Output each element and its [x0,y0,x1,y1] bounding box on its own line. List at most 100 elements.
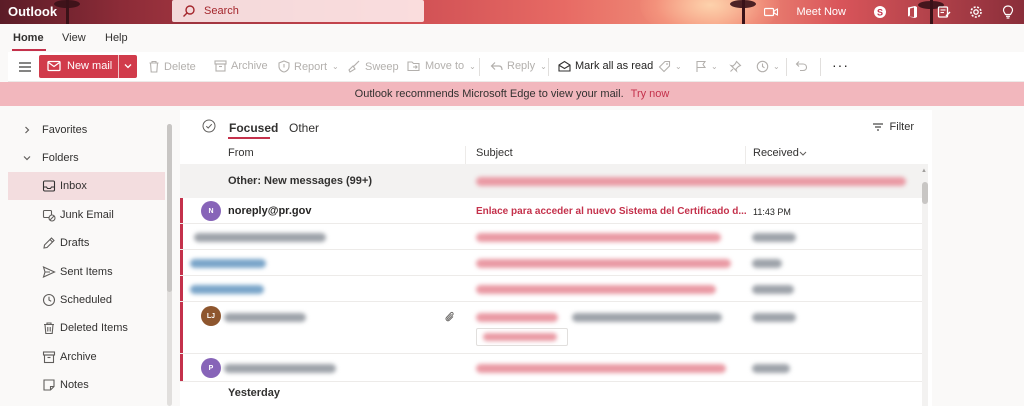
group-header-other[interactable]: Other: New messages (99+) [180,164,924,198]
filter-button[interactable]: Filter [872,121,914,133]
office-button[interactable] [896,0,928,24]
sidebar-item-drafts[interactable]: Drafts [8,229,165,257]
table-row[interactable] [180,276,924,302]
sidebar-item-label: Sent Items [60,266,113,278]
column-divider[interactable] [745,146,746,164]
attachment-chip[interactable] [476,328,568,346]
meet-now-button[interactable]: Meet Now [764,6,846,18]
sweep-button[interactable]: Sweep [347,60,399,73]
sidebar-item-label: Scheduled [60,294,112,306]
inbox-icon [42,180,56,192]
column-received[interactable]: Received [753,147,799,159]
redacted-sender [224,313,306,322]
delete-button[interactable]: Delete [148,60,196,73]
categorize-button[interactable]: ⌄ [658,60,682,73]
chevron-down-icon: ⌄ [469,61,476,71]
edge-banner-message: Outlook recommends Microsoft Edge to vie… [354,88,624,100]
message-list-scrollbar-thumb[interactable] [922,182,928,204]
reply-button[interactable]: Reply ⌄ [490,60,547,72]
settings-gear-icon [970,6,982,18]
tab-active-indicator [12,49,46,51]
folders-section[interactable]: Folders [22,152,79,164]
group-header-yesterday[interactable]: Yesterday [228,387,280,399]
archive-icon [42,351,56,364]
snooze-button[interactable]: ⌄ [756,60,780,73]
column-subject[interactable]: Subject [476,147,513,159]
archive-label: Archive [231,60,268,72]
table-row[interactable]: LJ [180,302,924,354]
feedback-button[interactable] [928,0,960,24]
unread-indicator [180,198,183,223]
chevron-down-icon: ⌄ [711,62,718,71]
redacted-time [752,313,796,322]
tab-home[interactable]: Home [13,32,44,44]
column-divider[interactable] [465,146,466,164]
folder-move-icon [407,61,420,72]
undo-button[interactable] [795,60,812,72]
sidebar-item-scheduled[interactable]: Scheduled [8,286,165,314]
tab-other[interactable]: Other [289,121,319,135]
sidebar-item-notes[interactable]: Notes [8,371,165,399]
search-input[interactable]: Search [204,5,239,17]
sidebar-scrollbar[interactable] [167,124,172,406]
settings-button[interactable] [960,0,992,24]
ribbon-separator [548,58,549,76]
tips-button[interactable] [992,0,1024,24]
report-button[interactable]: Report ⌄ [278,60,339,73]
hamburger-menu-icon[interactable] [18,60,32,74]
mark-all-read-button[interactable]: Mark all as read [558,60,653,72]
try-now-link[interactable]: Try now [631,88,670,100]
app-title[interactable]: Outlook [8,4,57,19]
sidebar-item-junk-email[interactable]: Junk Email [8,201,165,229]
table-row[interactable] [180,224,924,250]
column-headers: From Subject Received [180,144,932,164]
notes-icon [43,379,55,391]
office-icon [908,6,917,18]
archive-button[interactable]: Archive [214,60,268,72]
tips-lightbulb-icon [1002,5,1014,19]
sidebar-item-deleted-items[interactable]: Deleted Items [8,314,165,342]
table-row[interactable] [180,250,924,276]
search-box[interactable]: Search [172,0,424,22]
tab-help[interactable]: Help [105,32,128,44]
more-options-button[interactable]: ··· [832,57,849,73]
chevron-down-icon[interactable] [123,61,133,71]
table-row[interactable]: N noreply@pr.gov Enlace para acceder al … [180,198,924,224]
favorites-section[interactable]: Favorites [22,124,87,136]
pin-button[interactable] [729,60,746,73]
select-all-checkbox-icon[interactable] [202,119,216,133]
sidebar-item-archive[interactable]: Archive [8,343,165,371]
avatar: N [201,201,221,221]
sidebar-item-inbox[interactable]: Inbox [8,172,165,200]
column-from[interactable]: From [228,147,254,159]
unread-indicator [180,250,183,275]
redacted-time [752,233,796,242]
redacted-time [752,285,794,294]
sidebar-item-label: Drafts [60,237,90,249]
message-list-scrollbar[interactable]: ▲ [921,164,928,406]
header-bar: Outlook Search Meet Now S [0,0,1024,24]
sidebar-item-sent-items[interactable]: Sent Items [8,258,165,286]
broom-sweep-icon [348,60,360,73]
redacted-subject [476,364,726,373]
new-mail-button[interactable]: New mail [39,55,137,78]
new-mail-envelope-icon [47,60,61,72]
delete-label: Delete [164,60,196,73]
sidebar-scrollbar-thumb[interactable] [167,124,172,292]
undo-icon [795,61,808,72]
redacted-time [752,259,782,268]
move-to-button[interactable]: Move to ⌄ [407,60,476,72]
tab-focused[interactable]: Focused [229,121,278,135]
scroll-up-arrow-icon[interactable]: ▲ [921,168,927,174]
flag-button[interactable]: ⌄ [695,60,718,73]
ribbon-tabs: Home View Help [0,24,1024,52]
sunset-glow [640,0,780,24]
skype-button[interactable]: S [864,0,896,24]
tab-view[interactable]: View [62,32,86,44]
folder-sidebar: Favorites Folders Inbox Junk Email Draft… [0,106,172,406]
table-row[interactable]: P [180,354,924,382]
filter-lines-icon [872,123,883,131]
avatar: P [201,358,221,378]
chevron-down-icon: ⌄ [675,62,682,71]
flag-icon [696,60,707,72]
